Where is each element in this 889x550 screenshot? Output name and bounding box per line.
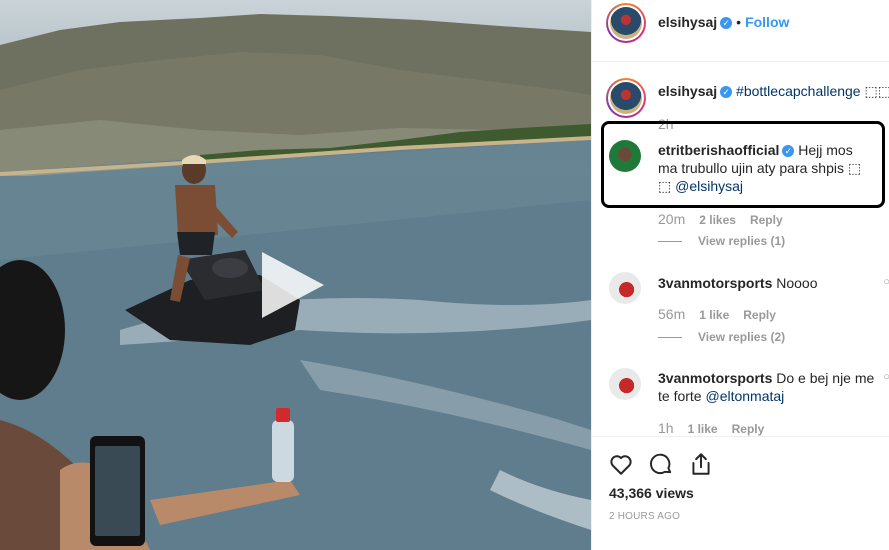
caption-text: elsihysaj✓ #bottlecapchallenge ⬚⬚⬚ [658,82,889,100]
reply-button[interactable]: Reply [743,308,776,322]
more-options-icon[interactable]: ○ [883,276,889,288]
comments-list[interactable]: elsihysaj✓ #bottlecapchallenge ⬚⬚⬚ 2h et… [592,62,889,436]
comment-username[interactable]: 3vanmotorsports [658,370,772,386]
comment-time: 1h [658,420,674,436]
author-username[interactable]: elsihysaj [658,14,717,30]
video-player[interactable] [0,0,591,550]
comment-meta: 1h 1 like Reply [658,420,778,436]
heart-icon[interactable] [608,451,634,477]
likes-count[interactable]: 1 like [688,422,718,436]
comment-username[interactable]: elsihysaj [658,83,717,99]
reply-button[interactable]: Reply [732,422,765,436]
comment-text: 3vanmotorsports Do e bej nje me te forte… [658,369,878,405]
emoji: ⬚⬚⬚ [864,83,889,99]
comment-avatar[interactable] [609,272,641,304]
post-header: elsihysaj ✓ • Follow [592,0,889,62]
comment-avatar[interactable] [609,368,641,400]
comment-icon[interactable] [648,451,674,477]
reply-button[interactable]: Reply [750,213,783,227]
highlight-annotation-box [601,121,885,208]
post-side-panel: elsihysaj ✓ • Follow elsihysaj ✓ #bottlecapc… [591,0,889,550]
comment-text: 3vanmotorsports Noooo [658,274,818,292]
comment-body: te forte [658,388,702,404]
comment-meta: 20m 2 likes Reply [658,211,797,227]
play-icon[interactable] [262,252,324,318]
likes-count[interactable]: 1 like [699,308,729,322]
separator-dot: • [736,14,742,30]
likes-count[interactable]: 2 likes [699,213,736,227]
verified-badge-icon: ✓ [720,17,733,29]
post-timestamp[interactable]: 2 HOURS AGO [609,511,680,522]
post-actions: 43,366 views 2 HOURS AGO [592,436,889,550]
caption-avatar[interactable] [606,78,646,118]
comment-body: Noooo [776,275,818,291]
author-avatar[interactable] [606,3,646,43]
more-options-icon[interactable]: ○ [883,371,889,383]
share-icon[interactable] [688,451,714,477]
follow-button[interactable]: Follow [745,14,789,30]
verified-badge-icon: ✓ [720,86,733,98]
mention-link[interactable]: @eltonmataj [705,388,784,404]
comment-meta: 56m 1 like Reply [658,306,790,322]
view-replies-button[interactable]: View replies (2) [658,330,785,344]
views-count[interactable]: 43,366 views [609,485,694,501]
hashtag-link[interactable]: #bottlecapchallenge [736,83,861,99]
comment-body: Do e bej nje me [776,370,875,386]
comment-time: 20m [658,211,686,227]
comment-time: 56m [658,306,686,322]
view-replies-button[interactable]: View replies (1) [658,234,785,248]
comment-username[interactable]: 3vanmotorsports [658,275,772,291]
